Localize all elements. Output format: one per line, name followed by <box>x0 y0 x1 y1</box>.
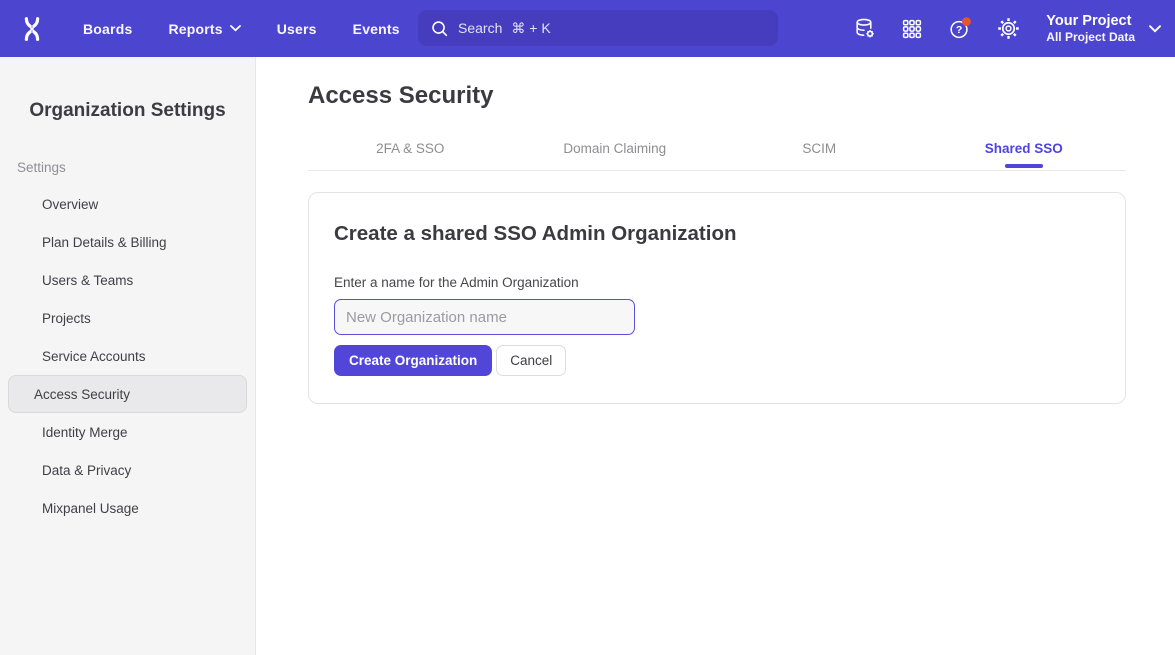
cancel-button[interactable]: Cancel <box>496 345 566 376</box>
tab-label: Domain Claiming <box>563 141 666 156</box>
org-name-field-label: Enter a name for the Admin Organization <box>334 275 1100 290</box>
org-name-input[interactable] <box>334 299 635 335</box>
help-button[interactable]: ? <box>948 17 972 41</box>
database-gear-icon <box>853 17 876 40</box>
settings-sidebar: Organization Settings Settings Overview … <box>0 57 256 655</box>
search-input[interactable]: Search ⌘ + K <box>418 10 778 46</box>
primary-nav: Boards Reports Users Events <box>83 21 400 37</box>
sidebar-title: Organization Settings <box>0 100 255 122</box>
access-security-tabs: 2FA & SSO Domain Claiming SCIM Shared SS… <box>308 127 1126 171</box>
nav-item-events[interactable]: Events <box>353 21 400 37</box>
tab-2fa-sso[interactable]: 2FA & SSO <box>308 127 513 170</box>
gear-icon <box>997 17 1020 40</box>
nav-label: Events <box>353 21 400 37</box>
tab-label: 2FA & SSO <box>376 141 444 156</box>
topbar-actions: ? Your Project All Project Data <box>852 0 1161 57</box>
svg-text:?: ? <box>956 24 962 36</box>
mixpanel-logo[interactable] <box>16 13 48 45</box>
nav-item-reports[interactable]: Reports <box>168 21 240 37</box>
search-shortcut: ⌘ + K <box>511 20 550 37</box>
search-icon <box>430 19 449 38</box>
tab-label: SCIM <box>802 141 836 156</box>
nav-item-users[interactable]: Users <box>277 21 317 37</box>
sidebar-item-overview[interactable]: Overview <box>8 185 247 223</box>
nav-label: Boards <box>83 21 132 37</box>
sidebar-item-users-teams[interactable]: Users & Teams <box>8 261 247 299</box>
active-tab-indicator <box>1005 164 1043 168</box>
tab-scim[interactable]: SCIM <box>717 127 922 170</box>
sidebar-item-projects[interactable]: Projects <box>8 299 247 337</box>
main-content: Access Security 2FA & SSO Domain Claimin… <box>256 57 1175 655</box>
chevron-down-icon <box>1149 25 1161 33</box>
settings-button[interactable] <box>996 17 1020 41</box>
page-title: Access Security <box>308 82 1126 110</box>
help-icon: ? <box>948 16 972 41</box>
sidebar-item-identity-merge[interactable]: Identity Merge <box>8 413 247 451</box>
chevron-down-icon <box>230 25 241 32</box>
tab-domain-claiming[interactable]: Domain Claiming <box>513 127 718 170</box>
sidebar-item-data-privacy[interactable]: Data & Privacy <box>8 451 247 489</box>
create-organization-button[interactable]: Create Organization <box>334 345 492 376</box>
notification-dot <box>962 17 971 26</box>
sidebar-section-label: Settings <box>17 160 255 175</box>
sidebar-item-mixpanel-usage[interactable]: Mixpanel Usage <box>8 489 247 527</box>
search-placeholder: Search <box>458 20 502 36</box>
sidebar-item-service-accounts[interactable]: Service Accounts <box>8 337 247 375</box>
project-switcher[interactable]: Your Project All Project Data <box>1046 12 1161 45</box>
sidebar-item-access-security[interactable]: Access Security <box>8 375 247 413</box>
tab-label: Shared SSO <box>985 141 1063 156</box>
card-title: Create a shared SSO Admin Organization <box>334 222 1100 246</box>
nav-label: Reports <box>168 21 222 37</box>
nav-label: Users <box>277 21 317 37</box>
sidebar-item-plan-details-billing[interactable]: Plan Details & Billing <box>8 223 247 261</box>
apps-menu-button[interactable] <box>900 17 924 41</box>
project-name: Your Project <box>1046 12 1135 30</box>
apps-grid-icon <box>901 18 923 40</box>
data-management-button[interactable] <box>852 17 876 41</box>
top-navigation-bar: Boards Reports Users Events Search ⌘ + K <box>0 0 1175 57</box>
project-data-scope: All Project Data <box>1046 30 1135 45</box>
nav-item-boards[interactable]: Boards <box>83 21 132 37</box>
create-sso-admin-org-card: Create a shared SSO Admin Organization E… <box>308 192 1126 404</box>
card-actions: Create Organization Cancel <box>334 345 1100 376</box>
sidebar-nav-list: Overview Plan Details & Billing Users & … <box>0 185 255 527</box>
tab-shared-sso[interactable]: Shared SSO <box>922 127 1127 170</box>
